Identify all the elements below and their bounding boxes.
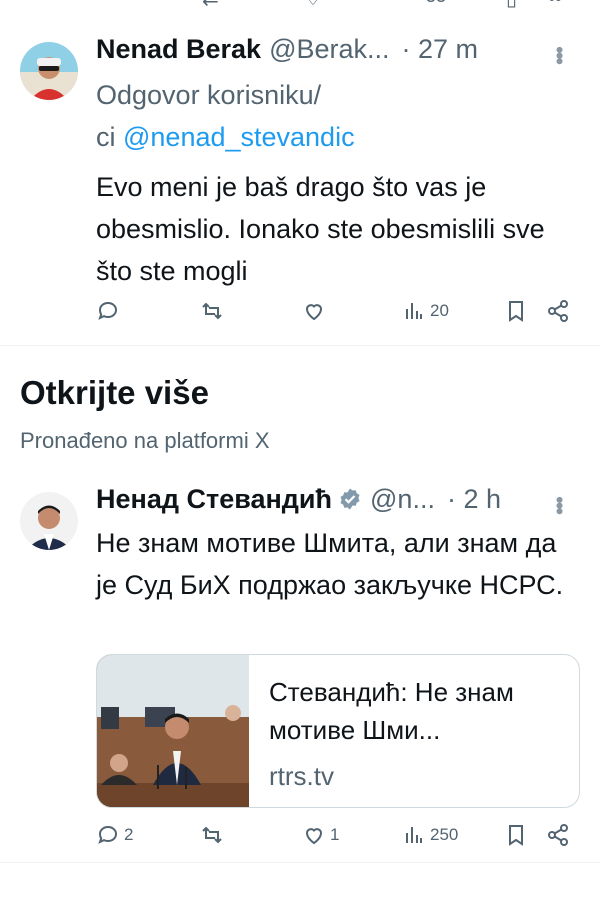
reply-button[interactable] (96, 296, 120, 326)
reply-prefix-2: ci (96, 122, 123, 152)
avatar[interactable] (20, 492, 78, 550)
views-button[interactable]: 20 (402, 296, 449, 326)
divider (0, 345, 600, 346)
bookmark-button[interactable] (504, 296, 528, 326)
link-preview-domain: rtrs.tv (269, 761, 334, 791)
views-icon (406, 303, 422, 319)
retweet-icon (202, 302, 222, 320)
like-button[interactable]: 1 (302, 820, 339, 850)
views-button[interactable]: 250 (402, 820, 458, 850)
views-icon (406, 827, 422, 843)
views-count: 20 (430, 301, 449, 320)
reply-prefix: Odgovor korisniku/ (96, 80, 322, 110)
like-count: 1 (330, 825, 340, 844)
bookmark-icon (509, 825, 523, 846)
tweet-actions: 2 1 250 (96, 820, 580, 850)
tweet-header: Nenad Berak @Berak... · 27 m (96, 34, 580, 70)
reply-mention-link[interactable]: @nenad_stevandic (123, 122, 355, 152)
tweet-text: Evo meni je baš drago što vas je obesmis… (96, 172, 545, 286)
author-handle[interactable]: @n... (370, 484, 435, 515)
author-name[interactable]: Nenad Berak (96, 34, 261, 65)
retweet-button[interactable] (200, 296, 224, 326)
more-icon[interactable]: ••• (546, 496, 572, 513)
verified-icon (340, 488, 360, 510)
avatar[interactable] (20, 42, 78, 100)
like-icon (305, 828, 323, 845)
share-button[interactable] (546, 820, 570, 850)
reply-count: 2 (124, 825, 134, 844)
like-icon (305, 304, 323, 321)
reply-icon (98, 301, 118, 320)
reply-icon (98, 825, 118, 844)
reply-context: Odgovor korisniku/ ci @nenad_stevandic (96, 74, 580, 158)
tweet-actions: 20 (96, 296, 580, 326)
share-button[interactable] (546, 296, 570, 326)
views-count: 250 (430, 825, 459, 844)
more-icon[interactable]: ••• (546, 46, 572, 63)
divider (0, 862, 600, 863)
timestamp[interactable]: · 2 h (447, 484, 501, 515)
retweet-icon (202, 826, 222, 844)
tweet-header: Ненад Стевандић @n... · 2 h (96, 484, 580, 520)
share-icon (548, 300, 568, 322)
like-button[interactable] (302, 296, 326, 326)
bookmark-icon (509, 301, 523, 322)
discover-heading: Otkrijte više (20, 374, 209, 411)
reply-button[interactable]: 2 (96, 820, 133, 850)
link-preview-card[interactable]: Стевандић: Не знам мотиве Шми... rtrs.tv (96, 654, 580, 808)
link-preview-image (97, 655, 249, 807)
share-icon (548, 824, 568, 846)
timestamp[interactable]: · 27 m (402, 34, 479, 65)
link-preview-title: Стевандић: Не знам мотиве Шми... (269, 677, 514, 745)
tweet-text: Не знам мотиве Шмита, али знам да је Суд… (96, 528, 564, 600)
author-name[interactable]: Ненад Стевандић (96, 484, 332, 515)
discover-subtitle: Pronađeno na platformi X (20, 428, 270, 453)
tweet-body: Odgovor korisniku/ ci @nenad_stevandic E… (96, 74, 580, 292)
retweet-button[interactable] (200, 820, 224, 850)
author-handle[interactable]: @Berak... (269, 34, 389, 65)
bookmark-button[interactable] (504, 820, 528, 850)
reply-tweet[interactable]: Nenad Berak @Berak... · 27 m ••• Odgovor… (0, 0, 600, 345)
